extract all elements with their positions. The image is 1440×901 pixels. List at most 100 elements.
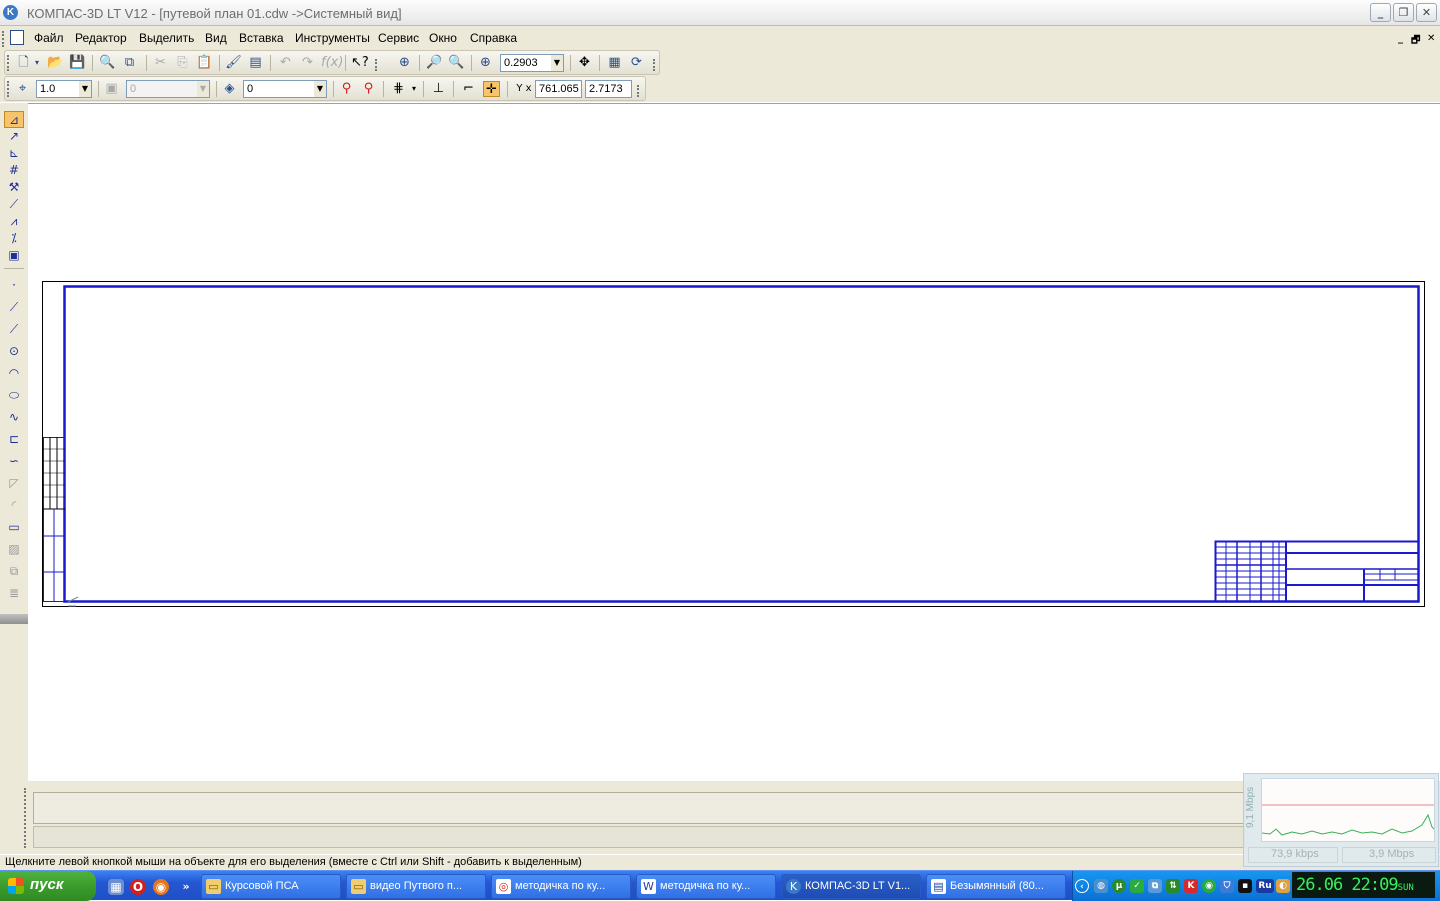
chevron-down-icon[interactable]: ▼ (551, 55, 563, 71)
toolbar-grip[interactable] (637, 85, 640, 97)
undo-icon[interactable]: ↶ (277, 55, 294, 71)
tray-speaker-icon[interactable]: ◐ (1276, 879, 1290, 893)
menu-help[interactable]: Справка (470, 31, 517, 45)
close-button[interactable]: ✕ (1416, 3, 1437, 22)
zoom-in-icon[interactable]: 🔍 (448, 55, 465, 71)
designations-icon[interactable]: ⊾ (4, 145, 24, 162)
bezier-icon[interactable]: ∽ (4, 453, 24, 470)
menu-file[interactable]: Файл (34, 31, 64, 45)
task-button[interactable]: ◎ методичка по ку... (491, 874, 631, 899)
measure-icon[interactable]: ⟋ (4, 196, 24, 213)
snap-toggle-icon[interactable]: ✛ (483, 81, 500, 97)
coord-y-field[interactable]: 2.7173 (585, 80, 632, 98)
clock[interactable]: 26.06 22:09SUN (1292, 872, 1435, 898)
menu-view[interactable]: Вид (205, 31, 227, 45)
command-input[interactable] (33, 792, 1245, 824)
menu-tools[interactable]: Инструменты (295, 31, 370, 45)
spline-icon[interactable]: ∿ (4, 409, 24, 426)
polyline-icon[interactable]: ⊏ (4, 431, 24, 448)
equidistant-icon[interactable]: ≣ (4, 585, 24, 602)
open-folder-icon[interactable]: 📂 (47, 55, 64, 71)
step-cursor-icon[interactable]: ⌖ (14, 81, 31, 97)
circle-icon[interactable]: ⊙ (4, 343, 24, 360)
tray-app-icon[interactable]: ◍ (1094, 879, 1108, 893)
menu-editor[interactable]: Редактор (75, 31, 127, 45)
panel-grip[interactable] (24, 788, 27, 848)
doc-close-button[interactable]: ✕ (1427, 33, 1435, 44)
tray-network-icon[interactable]: ⧉ (1148, 879, 1162, 893)
task-button[interactable]: ▭ Курсовой ПСА (201, 874, 341, 899)
menu-service[interactable]: Сервис (378, 31, 419, 45)
task-button[interactable]: ▭ видео Путвого п... (346, 874, 486, 899)
hatch-icon[interactable]: ▨ (4, 541, 24, 558)
print-preview-icon[interactable]: 🔍 (99, 55, 116, 71)
toolbar-grip[interactable] (653, 59, 656, 71)
save-icon[interactable]: 💾 (69, 55, 86, 71)
menu-grip[interactable] (2, 31, 5, 47)
toolbar-grip[interactable] (7, 55, 10, 71)
rebuild-icon[interactable]: ⟳ (628, 55, 645, 71)
restore-button[interactable]: ❐ (1393, 3, 1414, 22)
zoom-window-icon[interactable]: ⊕ (396, 55, 413, 71)
doc-minimize-button[interactable]: _ (1398, 33, 1403, 44)
task-button[interactable]: Wметодичка по ку... (636, 874, 776, 899)
parametrization-icon[interactable]: ⚒ (4, 179, 24, 196)
ortho-icon[interactable]: ⌐ (460, 81, 477, 97)
dimensions-icon[interactable]: ↗ (4, 128, 24, 145)
tray-shield-icon[interactable]: ✓ (1130, 879, 1144, 893)
cut-icon[interactable]: ✂ (152, 55, 169, 71)
tray-green-icon[interactable]: ◉ (1202, 879, 1216, 893)
ellipse-icon[interactable]: ⬭ (4, 387, 24, 404)
rectangle-icon[interactable]: ▭ (4, 519, 24, 536)
edit-icon[interactable]: # (4, 162, 24, 179)
task-button[interactable]: ▤ Безымянный (80... (926, 874, 1066, 899)
minimize-button[interactable]: _ (1370, 3, 1391, 22)
segment-icon[interactable]: ⟋ (4, 321, 24, 338)
local-snap-icon[interactable]: ⚲ (360, 81, 377, 97)
toolbar-grip[interactable] (7, 81, 10, 97)
tray-security-icon[interactable]: ⛉ (1220, 879, 1234, 893)
grid-icon[interactable]: ⋕ (390, 81, 407, 97)
task-button-active[interactable]: K КОМПАС-3D LT V1... (781, 874, 921, 899)
chevron-down-icon[interactable]: ▼ (197, 81, 209, 97)
menu-select[interactable]: Выделить (139, 31, 194, 45)
new-document-icon[interactable]: 🗋 (15, 55, 32, 71)
network-monitor-widget[interactable]: 9,1 Mbps 73,9 kbps 3,9 Mbps (1243, 773, 1439, 867)
tray-kaspersky-icon[interactable]: K (1184, 879, 1198, 893)
reports-icon[interactable]: ▣ (4, 247, 24, 264)
chevron-down-icon[interactable]: ▼ (79, 81, 91, 97)
pan-icon[interactable]: ✥ (576, 55, 593, 71)
geometry-icon[interactable]: ⊿ (4, 111, 24, 128)
firefox-icon[interactable]: ◉ (153, 879, 169, 895)
opera-icon[interactable]: O (130, 879, 146, 895)
copy-icon[interactable]: ⎘ (174, 55, 191, 71)
arc-icon[interactable]: ◠ (4, 365, 24, 382)
fillet-icon[interactable]: ◜ (4, 497, 24, 514)
refresh-view-icon[interactable]: ▦ (606, 55, 623, 71)
local-cs-icon[interactable]: ⊥ (430, 81, 447, 97)
spec-icon[interactable]: ⁒ (4, 230, 24, 247)
auxiliary-line-icon[interactable]: ⟋ (4, 299, 24, 316)
step-combo[interactable]: 1.0 ▼ (36, 80, 92, 98)
select-icon[interactable]: ⩘ (4, 213, 24, 230)
document-icon[interactable] (10, 30, 24, 45)
tray-transfer-icon[interactable]: ⇅ (1166, 879, 1180, 893)
coord-x-field[interactable]: 761.065 (535, 80, 582, 98)
help-pointer-icon[interactable]: ↖? (351, 55, 369, 71)
menu-insert[interactable]: Вставка (239, 31, 284, 45)
view-state-icon[interactable]: ▣ (103, 81, 120, 97)
layer-combo[interactable]: 0 ▼ (243, 80, 327, 98)
view-combo[interactable]: 0 ▼ (126, 80, 210, 98)
point-icon[interactable]: · (4, 277, 24, 294)
new-dropdown-icon[interactable]: ▾ (32, 55, 42, 71)
grid-dropdown-icon[interactable]: ▾ (409, 81, 419, 97)
redo-icon[interactable]: ↷ (299, 55, 316, 71)
library-icon[interactable]: ▤ (247, 55, 264, 71)
start-button[interactable]: пуск (0, 871, 96, 901)
properties-icon[interactable]: ⧉ (121, 55, 138, 71)
menu-window[interactable]: Окно (429, 31, 457, 45)
show-desktop-icon[interactable]: ▦ (108, 879, 124, 895)
zoom-icon[interactable]: ⊕ (477, 55, 494, 71)
function-icon[interactable]: f(x) (321, 55, 343, 71)
format-painter-icon[interactable]: 🖌 (225, 55, 242, 71)
